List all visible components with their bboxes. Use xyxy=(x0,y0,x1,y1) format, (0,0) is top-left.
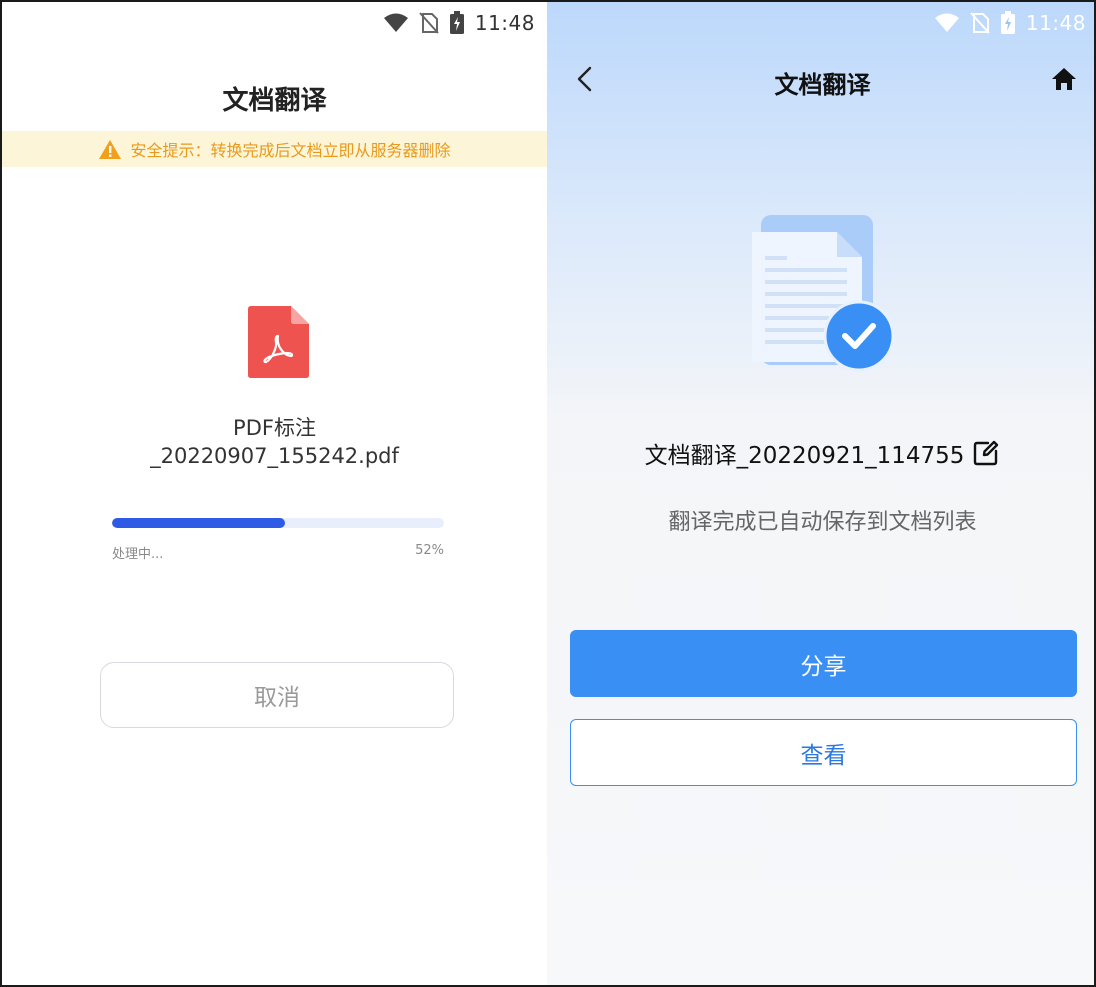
security-notice-banner: 安全提示：转换完成后文档立即从服务器删除 xyxy=(2,131,547,167)
progress-bar xyxy=(112,518,444,528)
view-button[interactable]: 查看 xyxy=(570,719,1077,786)
document-done-illustration xyxy=(752,215,895,372)
document-name: 文档翻译_20220921_114755 xyxy=(644,443,965,469)
pdf-file-icon xyxy=(248,306,309,378)
screenshot-frame: 11:48 文档翻译 安全提示：转换完成后文档立即从服务器删除 PDF标注 _2… xyxy=(0,0,1096,987)
document-name-row: 文档翻译_20220921_114755 xyxy=(547,436,1094,470)
right-screen: 11:48 文档翻译 文档翻译_20220921_114755 翻译完成已自动保… xyxy=(547,2,1094,985)
progress-status-label: 处理中... xyxy=(112,547,164,562)
security-notice-text: 安全提示：转换完成后文档立即从服务器删除 xyxy=(130,141,451,160)
home-icon[interactable] xyxy=(1050,65,1078,93)
edit-icon[interactable] xyxy=(972,439,1000,467)
no-sim-icon xyxy=(970,12,990,34)
status-time: 11:48 xyxy=(1025,11,1086,35)
cancel-button[interactable]: 取消 xyxy=(100,662,454,728)
no-sim-icon xyxy=(419,12,439,34)
save-confirmation-text: 翻译完成已自动保存到文档列表 xyxy=(668,510,977,535)
wifi-icon xyxy=(934,13,959,32)
file-name: PDF标注 _20220907_155242.pdf xyxy=(2,414,547,470)
wifi-icon xyxy=(383,13,408,32)
share-button[interactable]: 分享 xyxy=(570,630,1077,697)
progress-percent: 52% xyxy=(415,543,444,558)
page-title: 文档翻译 xyxy=(222,86,327,116)
file-name-line-2: _20220907_155242.pdf xyxy=(150,444,399,468)
battery-charging-icon xyxy=(449,11,464,34)
left-screen: 11:48 文档翻译 安全提示：转换完成后文档立即从服务器删除 PDF标注 _2… xyxy=(2,2,547,985)
page-title: 文档翻译 xyxy=(774,71,871,99)
battery-charging-icon xyxy=(1000,11,1015,34)
status-bar: 11:48 xyxy=(2,2,547,44)
status-bar: 11:48 xyxy=(547,2,1094,44)
progress-fill xyxy=(112,518,285,528)
status-time: 11:48 xyxy=(474,11,535,35)
warning-icon xyxy=(99,139,122,159)
top-navigation: 文档翻译 xyxy=(547,57,1094,101)
file-name-line-1: PDF标注 xyxy=(233,416,316,440)
